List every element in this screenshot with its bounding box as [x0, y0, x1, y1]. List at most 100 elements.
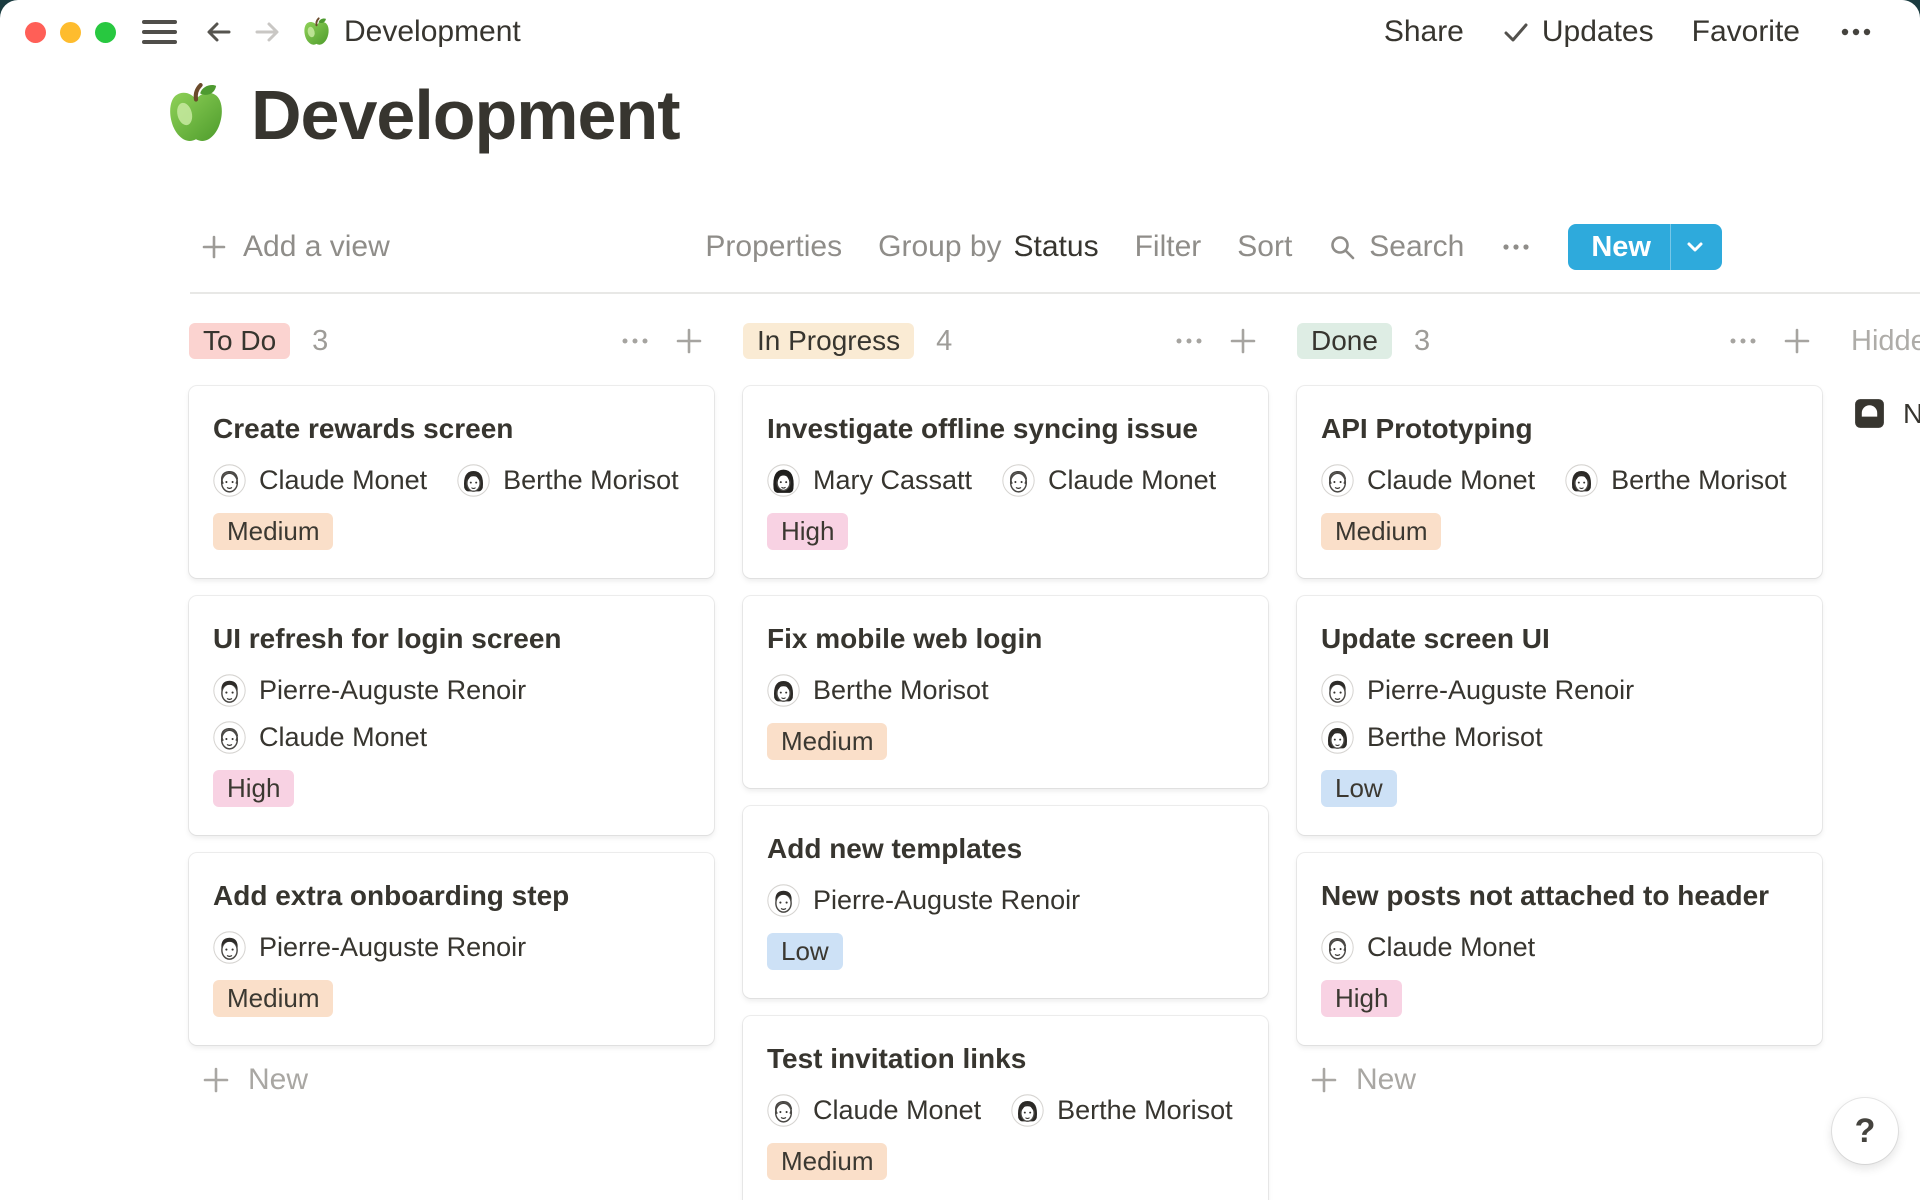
card-title: Update screen UI — [1321, 622, 1798, 656]
assignee: Berthe Morisot — [1565, 464, 1787, 497]
kanban-card[interactable]: Test invitation links Claude Monet Berthe … — [743, 1016, 1268, 1200]
column-count: 3 — [312, 325, 328, 358]
assignee: Claude Monet — [213, 464, 427, 497]
column-status-tag[interactable]: In Progress — [743, 323, 914, 359]
assignee-name: Berthe Morisot — [1611, 465, 1787, 496]
toolbar-divider — [190, 292, 1920, 294]
app-window: Development Share Updates Favorite — [0, 0, 1920, 1200]
column-header: To Do 3 — [189, 323, 714, 359]
column-header: In Progress4 — [743, 323, 1268, 359]
assignee-name: Claude Monet — [259, 465, 427, 496]
assignee-name: Claude Monet — [1367, 932, 1535, 963]
share-button[interactable]: Share — [1384, 15, 1464, 49]
kanban-card[interactable]: New posts not attached to headerClaude M… — [1297, 853, 1822, 1045]
column-more-icon[interactable] — [620, 326, 650, 356]
avatar-monet — [1321, 931, 1354, 964]
search-button[interactable]: Search — [1328, 230, 1464, 264]
group-by-button[interactable]: Group by Status — [878, 230, 1098, 264]
group-by-label: Group by — [878, 230, 1001, 264]
avatar-morisot — [1321, 721, 1354, 754]
kanban-card[interactable]: UI refresh for login screenPierre-August… — [189, 596, 714, 835]
traffic-lights — [25, 22, 116, 43]
assignee: Claude Monet — [1002, 464, 1216, 497]
card-assignees: Claude Monet Berthe Morisot — [767, 1094, 1244, 1127]
new-card-button[interactable]: New — [1297, 1063, 1822, 1097]
favorite-label: Favorite — [1692, 15, 1800, 49]
minimize-window-button[interactable] — [60, 22, 81, 43]
avatar-renoir — [1321, 674, 1354, 707]
column-add-icon[interactable] — [1782, 326, 1812, 356]
assignee-name: Claude Monet — [259, 722, 427, 753]
view-more-icon[interactable] — [1500, 232, 1532, 262]
column-status-tag[interactable]: To Do — [189, 323, 290, 359]
avatar-monet — [1002, 464, 1035, 497]
avatar-monet — [213, 721, 246, 754]
card-title: UI refresh for login screen — [213, 622, 690, 656]
priority-tag: Low — [1321, 770, 1397, 807]
hidden-columns-toggle[interactable]: Hidden columns — [1851, 323, 1920, 359]
kanban-card[interactable]: API PrototypingClaude MonetBerthe Moriso… — [1297, 386, 1822, 578]
sidebar-menu-icon[interactable] — [142, 20, 177, 44]
assignee-name: Claude Monet — [1367, 465, 1535, 496]
avatar-cassatt — [767, 464, 800, 497]
kanban-card[interactable]: Add new templatesPierre-Auguste RenoirLo… — [743, 806, 1268, 998]
green-apple-icon[interactable] — [163, 82, 229, 148]
new-card-button[interactable]: New — [189, 1063, 714, 1097]
more-options-icon[interactable] — [1838, 17, 1874, 47]
kanban-card[interactable]: Investigate offline syncing issueMary Ca… — [743, 386, 1268, 578]
properties-button[interactable]: Properties — [705, 230, 842, 264]
assignee-name: Claude Monet — [1048, 465, 1216, 496]
card-title: Add extra onboarding step — [213, 879, 690, 913]
card-assignees: Pierre-Auguste Renoir — [767, 884, 1244, 917]
column-more-icon[interactable] — [1728, 326, 1758, 356]
kanban-card[interactable]: Fix mobile web loginBerthe MorisotMedium — [743, 596, 1268, 788]
kanban-board: To Do 3 Create rewards screenClaude MonetB… — [0, 323, 1920, 1200]
priority-tag: High — [767, 513, 848, 550]
assignee: Berthe Morisot — [1011, 1094, 1233, 1127]
hidden-group-label: No Status — [1903, 398, 1920, 430]
board-column-done: Done3API PrototypingClaude MonetBerthe M… — [1297, 323, 1822, 1097]
favorite-button[interactable]: Favorite — [1692, 15, 1800, 49]
avatar-monet — [767, 1094, 800, 1127]
priority-tag: High — [213, 770, 294, 807]
updates-button[interactable]: Updates — [1502, 15, 1654, 49]
new-card-label: New — [1356, 1063, 1416, 1097]
properties-label: Properties — [705, 230, 842, 264]
sort-label: Sort — [1237, 230, 1292, 264]
plus-icon — [201, 1065, 231, 1095]
avatar-morisot — [1011, 1094, 1044, 1127]
back-icon[interactable] — [203, 16, 235, 48]
new-button-label: New — [1568, 231, 1670, 264]
filter-button[interactable]: Filter — [1135, 230, 1202, 264]
column-add-icon[interactable] — [1228, 326, 1258, 356]
column-more-icon[interactable] — [1174, 326, 1204, 356]
kanban-card[interactable]: Update screen UI Pierre-Auguste RenoirBer… — [1297, 596, 1822, 835]
assignee-name: Claude Monet — [813, 1095, 981, 1126]
kanban-card[interactable]: Create rewards screenClaude MonetBerthe … — [189, 386, 714, 578]
breadcrumb[interactable]: Development — [301, 15, 521, 49]
assignee: Berthe Morisot — [1321, 721, 1543, 754]
column-status-tag[interactable]: Done — [1297, 323, 1392, 359]
sort-button[interactable]: Sort — [1237, 230, 1292, 264]
assignee-name: Berthe Morisot — [1367, 722, 1543, 753]
kanban-card[interactable]: Add extra onboarding stepPierre-Auguste … — [189, 853, 714, 1045]
new-button[interactable]: New — [1568, 224, 1722, 270]
zoom-window-button[interactable] — [95, 22, 116, 43]
share-label: Share — [1384, 15, 1464, 49]
search-icon — [1328, 233, 1357, 262]
assignee-name: Berthe Morisot — [1057, 1095, 1233, 1126]
page-title: Development — [251, 78, 680, 152]
card-assignees: Pierre-Auguste RenoirBerthe Morisot — [1321, 674, 1798, 754]
close-window-button[interactable] — [25, 22, 46, 43]
add-view-button[interactable]: Add a view — [200, 230, 390, 264]
hidden-group-no-status[interactable]: No Status — [1851, 395, 1920, 432]
forward-icon[interactable] — [251, 16, 283, 48]
card-assignees: Berthe Morisot — [767, 674, 1244, 707]
chevron-down-icon[interactable] — [1671, 236, 1722, 258]
assignee: Claude Monet — [213, 721, 427, 754]
column-add-icon[interactable] — [674, 326, 704, 356]
card-title: Fix mobile web login — [767, 622, 1244, 656]
help-button[interactable]: ? — [1832, 1098, 1898, 1164]
assignee: Berthe Morisot — [767, 674, 989, 707]
card-title: Test invitation links — [767, 1042, 1244, 1076]
